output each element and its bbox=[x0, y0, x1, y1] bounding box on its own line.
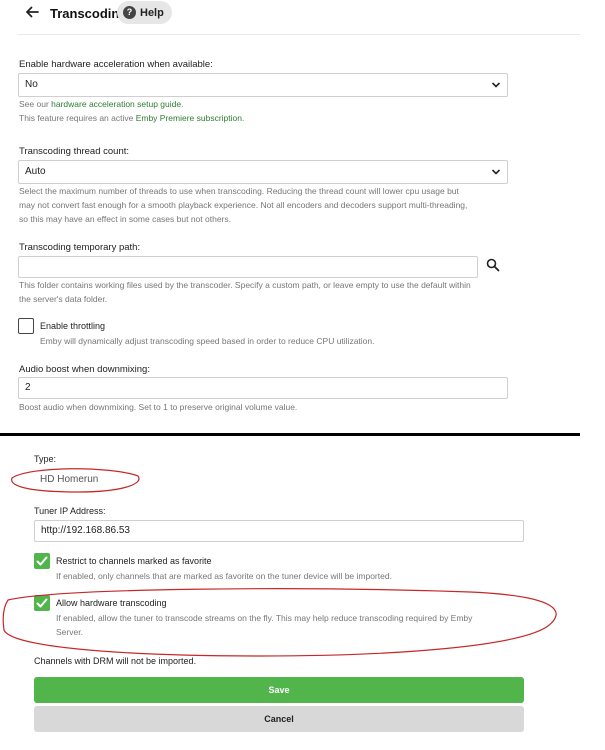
screenshot-divider bbox=[0, 433, 580, 436]
chevron-down-icon bbox=[491, 82, 501, 88]
arrow-left-icon bbox=[26, 6, 39, 18]
help-button-label: Help bbox=[140, 6, 164, 19]
thread-count-value: Auto bbox=[25, 166, 46, 177]
favorites-help: If enabled, only channels that are marke… bbox=[56, 571, 392, 581]
temp-path-input[interactable] bbox=[18, 256, 478, 278]
hardware-accel-help-prefix: See our bbox=[19, 99, 52, 109]
hw-transcoding-label: Allow hardware transcoding bbox=[56, 598, 167, 608]
audio-boost-label: Audio boost when downmixing: bbox=[19, 364, 150, 375]
temp-path-help-1: This folder contains working files used … bbox=[19, 280, 471, 290]
check-icon bbox=[36, 598, 48, 608]
tuner-ip-input[interactable]: http://192.168.86.53 bbox=[34, 520, 524, 542]
premiere-suffix: . bbox=[242, 113, 245, 123]
browse-path-button[interactable] bbox=[486, 258, 500, 272]
hardware-accel-label: Enable hardware acceleration when availa… bbox=[19, 59, 213, 70]
tuner-type-label: Type: bbox=[34, 454, 57, 464]
check-icon bbox=[36, 556, 48, 566]
help-button[interactable]: ? Help bbox=[117, 1, 172, 24]
hardware-accel-help-suffix: . bbox=[181, 99, 184, 109]
page-header: Transcoding ? Help bbox=[0, 0, 580, 32]
drm-note: Channels with DRM will not be imported. bbox=[34, 656, 197, 666]
search-icon bbox=[486, 258, 500, 272]
temp-path-label: Transcoding temporary path: bbox=[19, 242, 141, 253]
save-button[interactable]: Save bbox=[34, 677, 524, 703]
page-title: Transcoding bbox=[50, 6, 128, 21]
tuner-ip-label: Tuner IP Address: bbox=[34, 506, 106, 516]
header-divider bbox=[18, 34, 580, 35]
thread-count-help-1: Select the maximum number of threads to … bbox=[19, 186, 459, 196]
thread-count-help-3: so this may have an effect in some cases… bbox=[19, 214, 231, 224]
question-circle-icon: ? bbox=[123, 6, 136, 19]
throttling-label: Enable throttling bbox=[40, 321, 106, 331]
favorites-label: Restrict to channels marked as favorite bbox=[56, 556, 212, 566]
hw-transcoding-help-2: Server. bbox=[56, 627, 83, 637]
thread-count-select[interactable]: Auto bbox=[18, 160, 508, 184]
back-button[interactable] bbox=[24, 4, 44, 22]
audio-boost-help: Boost audio when downmixing. Set to 1 to… bbox=[19, 402, 298, 412]
hw-transcoding-help-1: If enabled, allow the tuner to transcode… bbox=[56, 613, 473, 623]
hardware-accel-value: No bbox=[25, 79, 38, 90]
hw-transcoding-checkbox[interactable] bbox=[34, 595, 50, 611]
favorites-checkbox[interactable] bbox=[34, 553, 50, 569]
throttling-checkbox[interactable] bbox=[18, 318, 34, 334]
premiere-requirement: This feature requires an active Emby Pre… bbox=[19, 111, 244, 125]
tuner-type-value: HD Homerun bbox=[40, 474, 99, 485]
cancel-button[interactable]: Cancel bbox=[34, 706, 524, 732]
chevron-down-icon bbox=[491, 169, 501, 175]
hardware-accel-select[interactable]: No bbox=[18, 73, 508, 97]
audio-boost-input[interactable]: 2 bbox=[18, 377, 508, 399]
temp-path-help-2: the server's data folder. bbox=[19, 294, 108, 304]
hardware-accel-help: See our hardware acceleration setup guid… bbox=[19, 97, 183, 111]
thread-count-help-2: may not convert fast enough for a smooth… bbox=[19, 200, 468, 210]
throttling-help: Emby will dynamically adjust transcoding… bbox=[40, 336, 375, 346]
premiere-prefix: This feature requires an active bbox=[19, 113, 136, 123]
hardware-accel-guide-link[interactable]: hardware acceleration setup guide bbox=[51, 99, 181, 109]
thread-count-label: Transcoding thread count: bbox=[19, 146, 130, 157]
premiere-link[interactable]: Emby Premiere subscription bbox=[136, 113, 242, 123]
